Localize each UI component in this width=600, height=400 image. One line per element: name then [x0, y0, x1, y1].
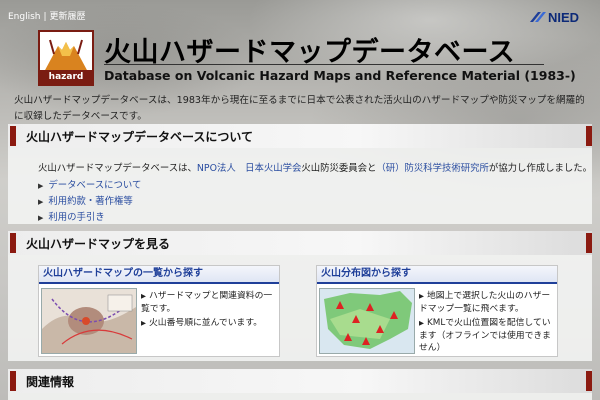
- nied-logo[interactable]: NIED: [528, 8, 592, 26]
- about-lead: 火山ハザードマップデータベースは、NPO法人 日本火山学会火山防災委員会と（研）…: [38, 160, 592, 174]
- triangle-right-icon: ▶: [38, 214, 44, 222]
- jvs-link[interactable]: NPO法人 日本火山学会: [197, 163, 301, 174]
- about-database-link[interactable]: データベースについて: [48, 180, 141, 191]
- volcano-distribution-map-icon: [320, 289, 414, 353]
- section-marker: [10, 371, 16, 391]
- hazard-map-icon: [42, 289, 136, 353]
- volcano-distribution-card-title[interactable]: 火山分布図から探す: [317, 266, 557, 284]
- about-section: 火山ハザードマップデータベースについて 火山ハザードマップデータベースは、NPO…: [8, 124, 592, 224]
- nav-separator: |: [43, 12, 47, 22]
- volcano-map-desc: ▶ 地図上で選択した火山のハザードマップ一覧に飛べます。: [419, 290, 555, 315]
- about-lead-post: が協力し作成しました。: [488, 163, 593, 174]
- about-header: 火山ハザードマップデータベースについて: [8, 124, 592, 148]
- volcano-map-thumbnail[interactable]: [319, 288, 415, 354]
- title-divider: [104, 64, 544, 65]
- nied-logo-mark-icon: NIED: [530, 10, 579, 25]
- guide-link[interactable]: 利用の手引き: [48, 212, 104, 223]
- triangle-right-icon: ▶: [419, 319, 424, 327]
- hazard-map-thumbnail[interactable]: [41, 288, 137, 354]
- related-section: 関連情報: [8, 369, 592, 400]
- intro-text: 火山ハザードマップデータベースは、1983年から現在に至るまでに日本で公表された…: [14, 95, 585, 122]
- about-link-item[interactable]: ▶ データベースについて: [38, 178, 592, 194]
- volcano-logo-icon: [40, 32, 92, 72]
- nied-link[interactable]: （研）防災科学技術研究所: [376, 163, 489, 174]
- top-nav: English | 更新履歴: [8, 9, 86, 22]
- map-list-card-title[interactable]: 火山ハザードマップの一覧から探す: [39, 266, 279, 284]
- english-link[interactable]: English: [8, 12, 41, 22]
- about-lead-mid: 火山防災委員会と: [301, 163, 377, 174]
- triangle-right-icon: ▶: [38, 182, 44, 190]
- page-subtitle: Database on Volcanic Hazard Maps and Ref…: [104, 68, 576, 83]
- about-title: 火山ハザードマップデータベースについて: [26, 129, 254, 144]
- about-link-item[interactable]: ▶ 利用の手引き: [38, 210, 592, 226]
- volcano-distribution-card[interactable]: 火山分布図から探す ▶ 地図上で選択した火山のハザードマップ一覧に飛べます。 ▶ K…: [316, 265, 558, 357]
- nied-logo-text: NIED: [548, 10, 579, 25]
- terms-link[interactable]: 利用約款・著作権等: [48, 196, 132, 207]
- hazard-logo: hazard: [38, 30, 94, 86]
- map-list-item-1: ハザードマップと関連資料の一覧です。: [141, 291, 273, 314]
- related-header: 関連情報: [8, 369, 592, 393]
- triangle-right-icon: ▶: [38, 198, 44, 206]
- volcano-map-desc: ▶ KMLで火山位置図を配信しています（オフラインでは使用できません）: [419, 317, 555, 355]
- triangle-right-icon: ▶: [141, 292, 146, 300]
- section-marker-right: [586, 126, 592, 146]
- about-links: ▶ データベースについて ▶ 利用約款・著作権等 ▶ 利用の手引き: [38, 178, 592, 226]
- triangle-right-icon: ▶: [141, 319, 146, 327]
- view-title: 火山ハザードマップを見る: [26, 236, 171, 251]
- logo-hazard-text: hazard: [40, 70, 92, 84]
- view-section: 火山ハザードマップを見る 火山ハザードマップの一覧から探す ▶ ハザードマップと関…: [8, 231, 592, 361]
- related-title: 関連情報: [26, 374, 75, 389]
- about-link-item[interactable]: ▶ 利用約款・著作権等: [38, 194, 592, 210]
- view-header: 火山ハザードマップを見る: [8, 231, 592, 255]
- volcano-map-item-1: 地図上で選択した火山のハザードマップ一覧に飛べます。: [419, 291, 551, 314]
- section-marker-right: [586, 233, 592, 253]
- map-list-desc: ▶ ハザードマップと関連資料の一覧です。: [141, 290, 277, 315]
- map-list-item-2: 火山番号順に並んでいます。: [149, 318, 263, 328]
- section-marker: [10, 126, 16, 146]
- map-list-card[interactable]: 火山ハザードマップの一覧から探す ▶ ハザードマップと関連資料の一覧です。 ▶ 火山…: [38, 265, 280, 357]
- section-marker-right: [586, 371, 592, 391]
- volcano-map-item-2: KMLで火山位置図を配信しています（オフラインでは使用できません）: [419, 318, 551, 353]
- map-list-desc: ▶ 火山番号順に並んでいます。: [141, 317, 277, 330]
- triangle-right-icon: ▶: [419, 292, 424, 300]
- section-marker: [10, 233, 16, 253]
- about-lead-pre: 火山ハザードマップデータベースは、: [38, 163, 197, 174]
- history-link[interactable]: 更新履歴: [50, 12, 86, 22]
